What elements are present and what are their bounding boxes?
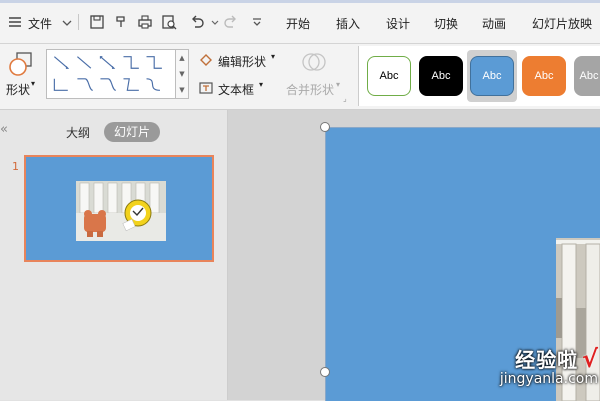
tab-transitions[interactable]: 切换	[434, 15, 458, 32]
merge-shape-dropdown-icon: ▾	[336, 80, 341, 89]
menu-bar: 文件 开始 插入 设计 切换 动画 幻灯片放映	[0, 0, 600, 44]
tab-design[interactable]: 设计	[386, 15, 410, 32]
style-swatch-black[interactable]: Abc	[419, 56, 463, 96]
save-icon[interactable]	[88, 13, 106, 31]
shape-button[interactable]: 形状	[6, 81, 30, 98]
tab-home[interactable]: 开始	[286, 15, 310, 32]
slide-thumbnail-pane: « 大纲 幻灯片 1	[0, 110, 228, 400]
print-preview-icon[interactable]	[160, 13, 178, 31]
merge-shape-button: 合并形状	[286, 83, 335, 97]
tab-animations[interactable]: 动画	[482, 15, 506, 32]
watermark-url: jingyanla.com	[499, 371, 598, 387]
chevron-down-icon[interactable]	[58, 14, 72, 32]
textbox-dropdown-icon[interactable]: ▾	[259, 80, 263, 89]
slide-number: 1	[12, 160, 19, 173]
tab-slideshow[interactable]: 幻灯片放映	[532, 15, 592, 32]
resize-handle-middle-left[interactable]	[320, 367, 330, 377]
edit-shape-icon[interactable]	[198, 52, 214, 68]
undo-icon[interactable]	[188, 13, 206, 31]
print-icon[interactable]	[136, 13, 154, 31]
resize-handle-top-left[interactable]	[320, 122, 330, 132]
shape-style-gallery: Abc Abc Abc Abc Abc	[358, 46, 600, 106]
collapse-pane-icon[interactable]: «	[0, 122, 8, 137]
shape-dropdown-icon[interactable]: ▾	[31, 79, 35, 88]
toolbar-separator	[78, 14, 79, 30]
watermark: 经验啦 √ jingyanla.com	[458, 344, 598, 398]
checkmark-icon: √	[581, 345, 598, 373]
style-swatch-gray[interactable]: Abc	[574, 56, 600, 96]
style-swatch-orange[interactable]: Abc	[522, 56, 566, 96]
slide-thumbnail[interactable]	[24, 155, 214, 262]
tab-slides: 幻灯片	[113, 125, 150, 139]
file-menu-label[interactable]: 文件	[28, 15, 52, 32]
style-swatch-blue[interactable]: Abc	[470, 56, 514, 96]
watermark-title: 经验啦	[515, 348, 579, 372]
hamburger-menu-icon[interactable]	[6, 13, 24, 31]
format-painter-icon[interactable]	[112, 13, 130, 31]
tab-outline[interactable]: 大纲	[66, 124, 90, 141]
customize-toolbar-icon[interactable]	[248, 13, 266, 31]
line-shape-gallery[interactable]	[46, 49, 176, 99]
gallery-more-icon[interactable]: ▼	[176, 82, 188, 98]
style-swatch-white[interactable]: Abc	[367, 56, 411, 96]
thumbnail-photo	[76, 181, 166, 241]
merge-shape-icon	[300, 50, 328, 74]
gallery-scroll-up-icon[interactable]: ▲	[176, 50, 188, 66]
tab-insert[interactable]: 插入	[336, 15, 360, 32]
textbox-icon[interactable]	[198, 80, 214, 96]
dialog-launcher-icon[interactable]: ⌟	[343, 94, 347, 103]
gallery-scroll-down-icon[interactable]: ▼	[176, 66, 188, 82]
shape-icon[interactable]	[8, 50, 36, 78]
undo-dropdown-icon[interactable]	[206, 13, 219, 31]
edit-shape-dropdown-icon[interactable]: ▾	[271, 52, 275, 61]
edit-shape-button[interactable]: 编辑形状	[218, 53, 266, 70]
redo-icon	[222, 13, 240, 31]
window-top-strip	[0, 0, 600, 3]
textbox-button[interactable]: 文本框	[218, 81, 254, 98]
tab-slides-pill[interactable]: 幻灯片	[104, 122, 160, 142]
ribbon: 形状 ▾ ▲ ▼ ▼ 编辑形状 ▾ 文本框 ▾ 合并形状 ▾ ⌟ Abc Abc…	[0, 44, 600, 110]
gallery-scrollbar[interactable]: ▲ ▼ ▼	[176, 49, 189, 99]
